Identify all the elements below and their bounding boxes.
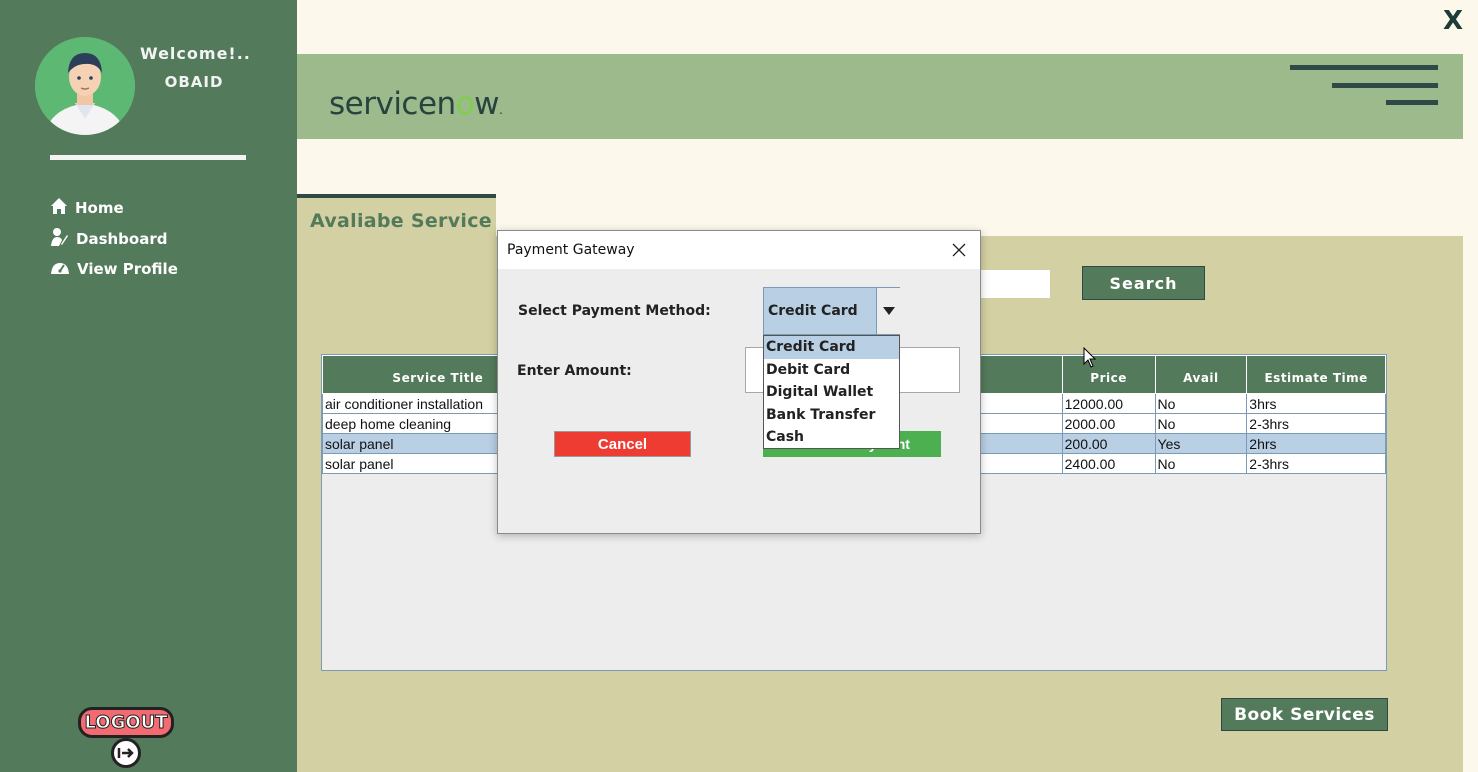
cell-avail: Yes bbox=[1154, 433, 1248, 454]
cell-avail: No bbox=[1154, 453, 1248, 474]
dropdown-option-cash[interactable]: Cash bbox=[764, 426, 899, 449]
cell-time: 3hrs bbox=[1246, 393, 1386, 414]
sidebar-item-dashboard[interactable]: Dashboard bbox=[50, 227, 167, 251]
mouse-cursor-icon bbox=[1083, 346, 1097, 374]
book-services-button[interactable]: Book Services bbox=[1221, 698, 1388, 731]
cell-time: 2-3hrs bbox=[1246, 453, 1386, 474]
sidebar-item-home[interactable]: Home bbox=[50, 196, 124, 220]
profile-icon bbox=[50, 259, 77, 279]
logout-label: LOGOUT bbox=[78, 707, 174, 738]
cell-time: 2hrs bbox=[1246, 433, 1386, 454]
logout-icon bbox=[111, 738, 141, 768]
section-title: Avaliabe Service bbox=[310, 210, 492, 232]
logo-mark: . bbox=[499, 103, 503, 117]
logo-text-prefix: servicen bbox=[329, 86, 456, 122]
search-input[interactable] bbox=[975, 270, 1050, 298]
sidebar-item-label: Dashboard bbox=[76, 230, 168, 248]
payment-method-value: Credit Card bbox=[768, 303, 858, 319]
payment-method-select[interactable]: Credit Card bbox=[763, 287, 900, 335]
column-header-avail[interactable]: Avail bbox=[1154, 355, 1248, 394]
section-tab-strip bbox=[297, 194, 496, 198]
dialog-title: Payment Gateway bbox=[507, 242, 635, 258]
cell-price: 2000.00 bbox=[1061, 413, 1156, 434]
cell-price: 12000.00 bbox=[1061, 393, 1156, 414]
cell-avail: No bbox=[1154, 393, 1248, 414]
chevron-down-icon[interactable] bbox=[876, 288, 900, 334]
cell-price: 200.00 bbox=[1061, 433, 1156, 454]
cell-price: 2400.00 bbox=[1061, 453, 1156, 474]
cancel-button[interactable]: Cancel bbox=[554, 431, 691, 457]
sidebar: Welcome!.. OBAID Home Dashboard View Pro… bbox=[0, 0, 297, 772]
amount-label: Enter Amount: bbox=[517, 363, 632, 379]
column-header-estimate-time[interactable]: Estimate Time bbox=[1246, 355, 1386, 394]
servicenow-logo: servicenow. bbox=[329, 86, 503, 122]
dialog-titlebar[interactable]: Payment Gateway bbox=[498, 231, 980, 269]
username: OBAID bbox=[164, 73, 224, 91]
window-close-button[interactable]: X bbox=[1443, 6, 1463, 36]
dropdown-option-credit-card[interactable]: Credit Card bbox=[764, 336, 899, 359]
dropdown-option-debit-card[interactable]: Debit Card bbox=[764, 359, 899, 382]
hamburger-menu-icon[interactable] bbox=[1290, 64, 1438, 108]
logo-text-suffix: w bbox=[474, 86, 500, 122]
dropdown-option-bank-transfer[interactable]: Bank Transfer bbox=[764, 404, 899, 427]
dashboard-icon bbox=[50, 227, 76, 251]
cell-avail: No bbox=[1154, 413, 1248, 434]
logo-o: o bbox=[455, 86, 475, 122]
cell-time: 2-3hrs bbox=[1246, 413, 1386, 434]
sidebar-item-label: Home bbox=[75, 199, 124, 217]
logout-button[interactable]: LOGOUT bbox=[74, 705, 178, 769]
dialog-close-icon[interactable] bbox=[944, 235, 974, 265]
payment-method-label: Select Payment Method: bbox=[518, 303, 711, 319]
payment-method-dropdown: Credit Card Debit Card Digital Wallet Ba… bbox=[763, 335, 900, 449]
welcome-text: Welcome!.. bbox=[140, 44, 251, 63]
dropdown-option-digital-wallet[interactable]: Digital Wallet bbox=[764, 381, 899, 404]
payment-dialog: Payment Gateway Select Payment Method: E… bbox=[497, 230, 981, 534]
sidebar-item-label: View Profile bbox=[77, 260, 178, 278]
column-header-price[interactable]: Price bbox=[1061, 355, 1156, 394]
avatar bbox=[35, 37, 135, 135]
sidebar-item-view-profile[interactable]: View Profile bbox=[50, 257, 178, 281]
sidebar-divider bbox=[50, 155, 246, 160]
search-button[interactable]: Search bbox=[1082, 266, 1205, 300]
home-icon bbox=[50, 197, 75, 219]
